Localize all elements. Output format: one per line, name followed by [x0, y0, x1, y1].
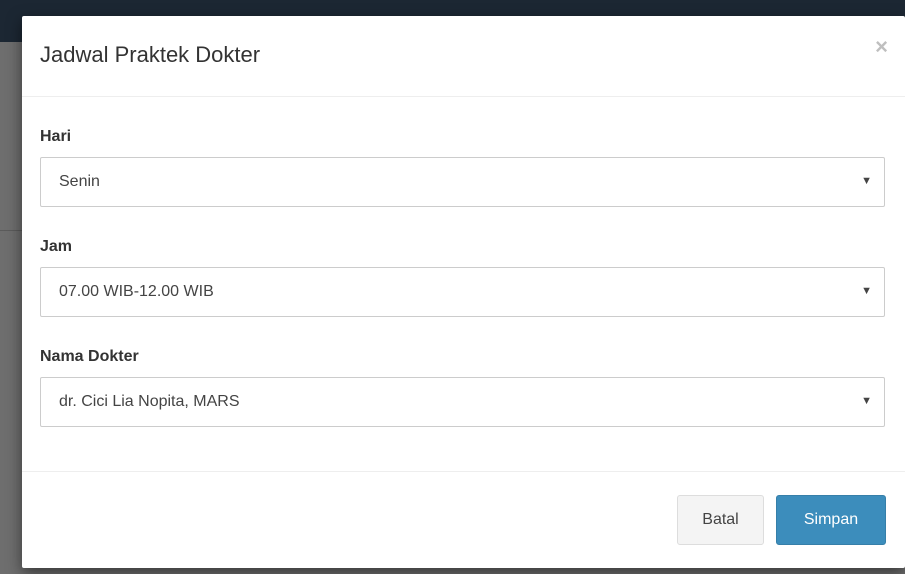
chevron-down-icon: ▼ — [861, 285, 872, 297]
hari-select[interactable]: Senin ▼ — [40, 157, 885, 207]
nama-dokter-label: Nama Dokter — [40, 348, 139, 365]
nama-dokter-selected-value: dr. Cici Lia Nopita, MARS — [59, 393, 240, 410]
chevron-down-icon: ▼ — [861, 395, 872, 407]
save-button[interactable]: Simpan — [776, 495, 886, 545]
modal-header: Jadwal Praktek Dokter × — [22, 16, 905, 97]
jam-select[interactable]: 07.00 WIB-12.00 WIB ▼ — [40, 267, 885, 317]
cancel-button[interactable]: Batal — [677, 495, 764, 545]
nama-dokter-select[interactable]: dr. Cici Lia Nopita, MARS ▼ — [40, 377, 885, 427]
hari-label: Hari — [40, 128, 72, 145]
jam-selected-value: 07.00 WIB-12.00 WIB — [59, 283, 214, 300]
modal-title: Jadwal Praktek Dokter — [40, 42, 261, 67]
background-divider — [0, 230, 22, 231]
modal-footer: Batal Simpan — [22, 471, 905, 569]
jam-label: Jam — [40, 238, 73, 255]
hari-selected-value: Senin — [59, 173, 100, 190]
chevron-down-icon: ▼ — [861, 175, 872, 187]
schedule-modal: Jadwal Praktek Dokter × Hari Senin ▼ Jam… — [22, 16, 905, 568]
close-icon[interactable]: × — [875, 36, 888, 58]
